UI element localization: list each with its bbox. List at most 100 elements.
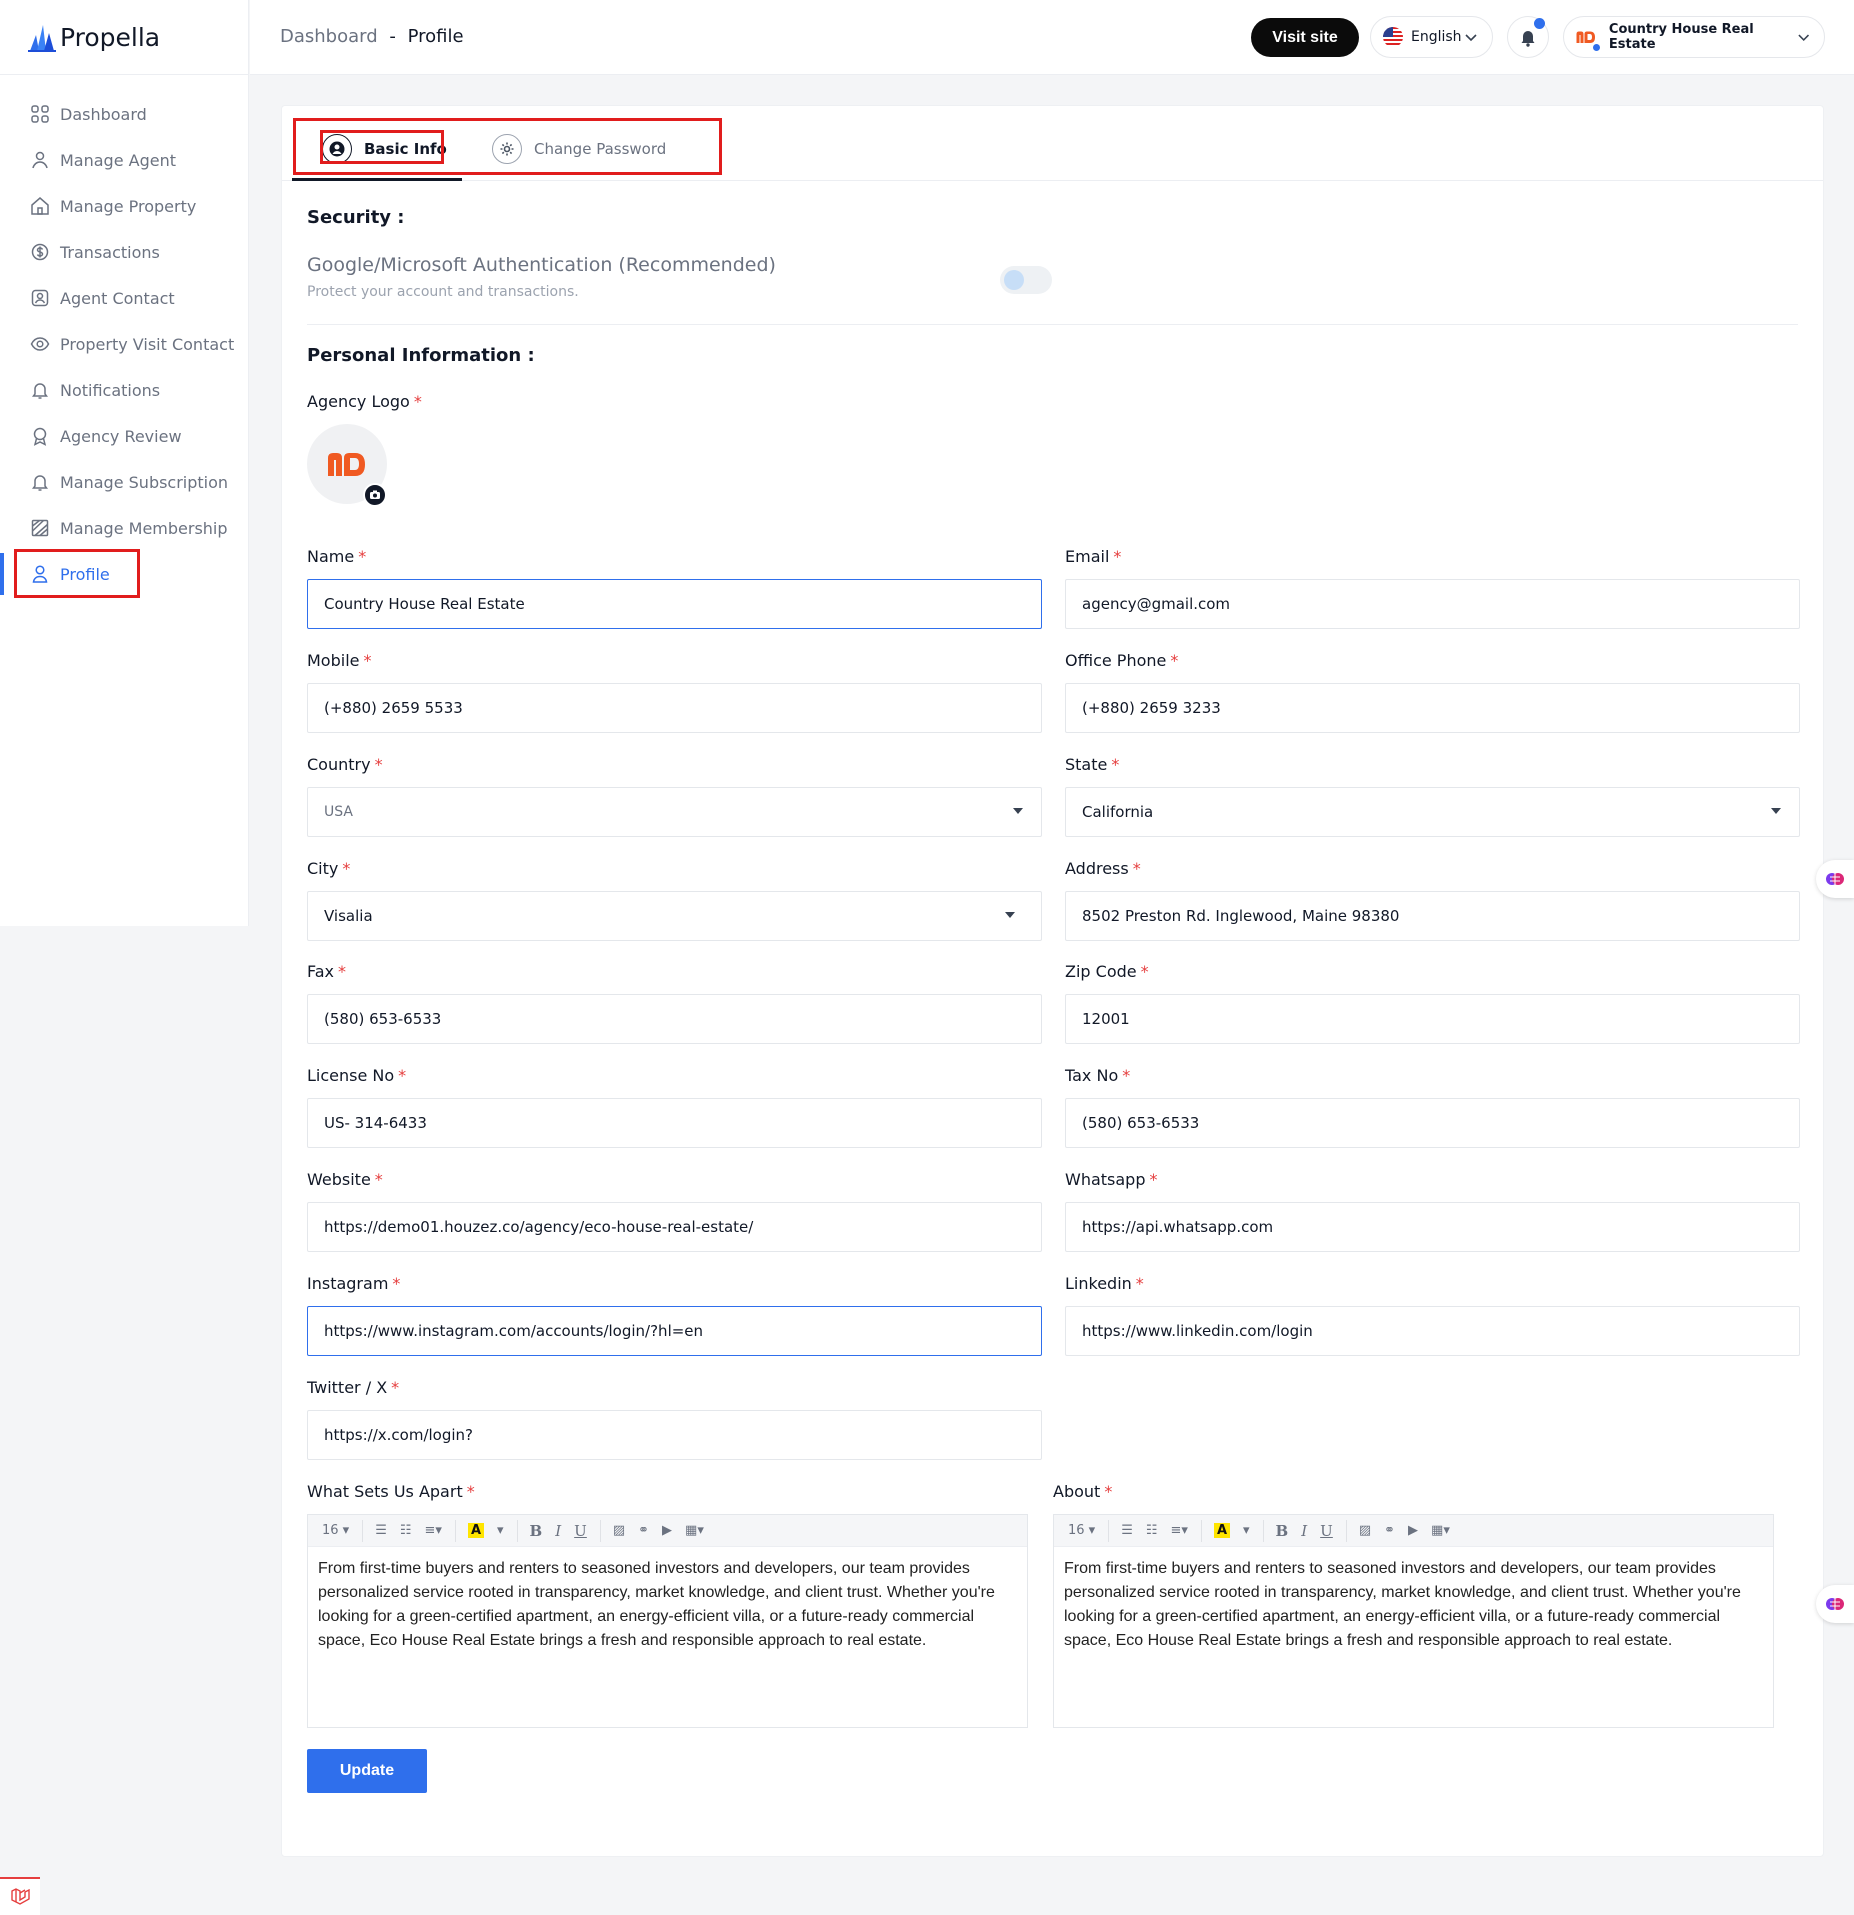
text-color-icon[interactable]: A xyxy=(1213,1523,1231,1538)
underline-icon[interactable]: U xyxy=(1320,1522,1333,1540)
city-select[interactable]: Visalia xyxy=(307,891,1042,941)
about-editor-content[interactable]: From first-time buyers and renters to se… xyxy=(1054,1547,1773,1663)
whatsapp-input[interactable]: https://api.whatsapp.com xyxy=(1065,1202,1800,1252)
mobile-input[interactable]: (+880) 2659 5533 xyxy=(307,683,1042,733)
camera-icon[interactable] xyxy=(363,483,387,507)
active-tab-indicator xyxy=(292,178,462,181)
office-phone-label: Office Phone * xyxy=(1065,651,1178,670)
brain-icon xyxy=(1826,1598,1844,1610)
align-icon[interactable]: ≡▾ xyxy=(425,1523,442,1538)
instagram-label: Instagram * xyxy=(307,1274,400,1293)
sidebar-item-label: Manage Agent xyxy=(60,150,176,170)
sidebar-item-transactions[interactable]: Transactions xyxy=(0,229,248,275)
video-icon[interactable]: ▶ xyxy=(662,1523,672,1538)
required-mark: * xyxy=(398,1066,407,1085)
bullet-list-icon[interactable]: ☰ xyxy=(375,1523,387,1538)
required-mark: * xyxy=(1113,547,1122,566)
font-size-select[interactable]: 16 ▾ xyxy=(1068,1523,1095,1538)
coin-icon xyxy=(31,243,49,261)
sidebar-item-manage-subscription[interactable]: Manage Subscription xyxy=(0,459,248,505)
label-text: Address xyxy=(1065,859,1129,878)
assistant-bubble[interactable] xyxy=(1816,860,1854,898)
color-dropdown-icon[interactable]: ▾ xyxy=(497,1523,504,1538)
twitter-input[interactable]: https://x.com/login? xyxy=(307,1410,1042,1460)
color-dropdown-icon[interactable]: ▾ xyxy=(1243,1523,1250,1538)
sidebar-item-agency-review[interactable]: Agency Review xyxy=(0,413,248,459)
numbered-list-icon[interactable]: ☷ xyxy=(1146,1523,1158,1538)
fax-label: Fax * xyxy=(307,962,346,981)
caret-down-icon xyxy=(1013,808,1023,814)
sidebar-item-manage-agent[interactable]: Manage Agent xyxy=(0,137,248,183)
sidebar-item-property-visit-contact[interactable]: Property Visit Contact xyxy=(0,321,248,367)
country-select[interactable]: USA xyxy=(307,787,1042,837)
visit-site-button[interactable]: Visit site xyxy=(1251,18,1359,57)
link-icon[interactable]: ⚭ xyxy=(638,1523,649,1538)
award-icon xyxy=(33,427,47,446)
office-phone-input[interactable]: (+880) 2659 3233 xyxy=(1065,683,1800,733)
font-size-select[interactable]: 16 ▾ xyxy=(322,1523,349,1538)
breadcrumb-root[interactable]: Dashboard xyxy=(280,26,378,47)
home-icon xyxy=(31,197,49,215)
italic-icon[interactable]: I xyxy=(555,1522,561,1540)
website-input[interactable]: https://demo01.houzez.co/agency/eco-hous… xyxy=(307,1202,1042,1252)
auth-toggle[interactable] xyxy=(1000,266,1052,294)
required-mark: * xyxy=(466,1482,475,1501)
notifications-button[interactable] xyxy=(1507,16,1549,58)
sidebar-item-agent-contact[interactable]: Agent Contact xyxy=(0,275,248,321)
assistant-bubble[interactable] xyxy=(1816,1585,1854,1623)
linkedin-input[interactable]: https://www.linkedin.com/login xyxy=(1065,1306,1800,1356)
license-label: License No * xyxy=(307,1066,406,1085)
state-select[interactable]: California xyxy=(1065,787,1800,837)
underline-icon[interactable]: U xyxy=(574,1522,587,1540)
debugbar-toggle[interactable] xyxy=(0,1877,40,1915)
account-menu[interactable]: Country House Real Estate xyxy=(1563,16,1825,58)
brand-name: Propella xyxy=(60,22,161,52)
address-input[interactable]: 8502 Preston Rd. Inglewood, Maine 98380 xyxy=(1065,891,1800,941)
sidebar: Propella Dashboard Manage Agent Manage P… xyxy=(0,0,249,926)
text-color-icon[interactable]: A xyxy=(467,1523,485,1538)
table-icon[interactable]: ▦▾ xyxy=(685,1523,704,1538)
email-input[interactable]: agency@gmail.com xyxy=(1065,579,1800,629)
tab-basic-info[interactable]: Basic Info xyxy=(322,130,447,168)
required-mark: * xyxy=(413,392,422,411)
image-icon[interactable]: ▨ xyxy=(1359,1523,1371,1538)
name-input[interactable]: Country House Real Estate xyxy=(307,579,1042,629)
required-mark: * xyxy=(1122,1066,1131,1085)
license-input[interactable]: US- 314-6433 xyxy=(307,1098,1042,1148)
apart-editor-content[interactable]: From first-time buyers and renters to se… xyxy=(308,1547,1027,1663)
zip-input[interactable]: 12001 xyxy=(1065,994,1800,1044)
update-button[interactable]: Update xyxy=(307,1749,427,1793)
link-icon[interactable]: ⚭ xyxy=(1384,1523,1395,1538)
bold-icon[interactable]: B xyxy=(1276,1522,1289,1540)
label-text: Linkedin xyxy=(1065,1274,1132,1293)
sidebar-item-profile[interactable]: Profile xyxy=(0,551,248,597)
breadcrumb: Dashboard - Profile xyxy=(280,26,464,47)
sidebar-item-manage-membership[interactable]: Manage Membership xyxy=(0,505,248,551)
italic-icon[interactable]: I xyxy=(1301,1522,1307,1540)
image-icon[interactable]: ▨ xyxy=(613,1523,625,1538)
sidebar-item-notifications[interactable]: Notifications xyxy=(0,367,248,413)
tax-input[interactable]: (580) 653-6533 xyxy=(1065,1098,1800,1148)
label-text: City xyxy=(307,859,339,878)
sidebar-item-label: Property Visit Contact xyxy=(60,334,235,354)
required-mark: * xyxy=(1170,651,1179,670)
caret-down-icon xyxy=(1005,912,1015,918)
sidebar-item-dashboard[interactable]: Dashboard xyxy=(0,91,248,137)
fax-input[interactable]: (580) 653-6533 xyxy=(307,994,1042,1044)
label-text: Fax xyxy=(307,962,335,981)
sidebar-item-manage-property[interactable]: Manage Property xyxy=(0,183,248,229)
online-dot xyxy=(1591,43,1601,52)
numbered-list-icon[interactable]: ☷ xyxy=(400,1523,412,1538)
table-icon[interactable]: ▦▾ xyxy=(1431,1523,1450,1538)
bullet-list-icon[interactable]: ☰ xyxy=(1121,1523,1133,1538)
whatsapp-label: Whatsapp * xyxy=(1065,1170,1158,1189)
eye-icon xyxy=(30,337,50,351)
align-icon[interactable]: ≡▾ xyxy=(1171,1523,1188,1538)
bell-icon xyxy=(32,475,48,491)
video-icon[interactable]: ▶ xyxy=(1408,1523,1418,1538)
bold-icon[interactable]: B xyxy=(530,1522,543,1540)
brand[interactable]: Propella xyxy=(0,0,248,75)
instagram-input[interactable]: https://www.instagram.com/accounts/login… xyxy=(307,1306,1042,1356)
tab-change-password[interactable]: Change Password xyxy=(492,130,666,168)
language-selector[interactable]: English xyxy=(1370,16,1493,58)
